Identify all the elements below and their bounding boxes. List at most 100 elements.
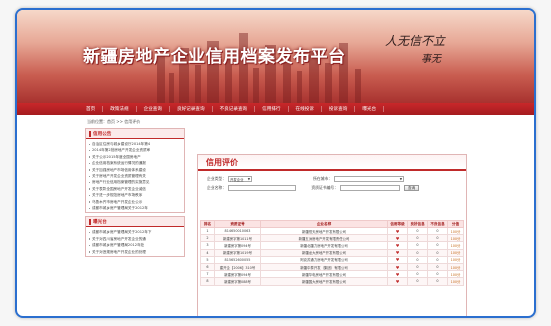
notice-header: 信用公告 — [86, 129, 184, 139]
exposure-list: 成都市城乡房产管理局关于2012年下 关于对四川省房地产开发企业的通 成都市城乡… — [86, 227, 184, 256]
cell-cert: 815652600055 — [214, 255, 261, 264]
cell-bad: 0 — [427, 248, 448, 257]
exposure-item[interactable]: 关于对违规房地产开发企业的处理 — [88, 249, 182, 255]
col-grade: 信用等级 — [387, 220, 408, 228]
heart-icon: ♥ — [387, 270, 408, 279]
cell-rank: 2 — [200, 234, 215, 243]
cell-rank: 5 — [200, 255, 215, 264]
cell-bad: 0 — [427, 241, 448, 250]
slogan-line-2: 事无 — [421, 54, 441, 65]
table-row: 4 新建房字第1019号 新疆龙大房地产开发有限公司 ♥ 0 0 100分 — [200, 248, 464, 257]
cell-company-link[interactable]: 新疆北疆力房地产开发有限公司 — [260, 241, 388, 250]
cell-company-link[interactable]: 新疆中泰开发（集团）有限公司 — [260, 262, 388, 272]
cell-cert: 新建房字第1019号 — [214, 248, 261, 257]
cell-score: 100分 — [447, 241, 464, 250]
type-select[interactable]: 开发企业 ▼ — [228, 176, 252, 182]
skyline-building — [325, 63, 332, 103]
cell-good: 0 — [407, 241, 428, 250]
cell-cert: 新建房字第094号 — [214, 241, 261, 250]
cell-bad: 0 — [427, 234, 448, 243]
cell-rank: 8 — [200, 277, 215, 286]
breadcrumb: 当前位置：首页 >> 信用评价 — [87, 119, 141, 124]
nav-online-complaint[interactable]: 在线投诉 — [289, 106, 322, 112]
cell-rank: 3 — [200, 241, 215, 250]
notice-item[interactable]: 成都市城乡房产管理局关于2012年 — [88, 205, 182, 211]
type-select-value: 开发企业 — [230, 177, 244, 182]
cell-score: 100分 — [447, 270, 464, 279]
cell-company-link[interactable]: 新疆五洲房地产开发有限责任公司 — [260, 234, 388, 243]
cert-number-input[interactable] — [340, 185, 400, 191]
table-row: 3 新建房字第094号 新疆北疆力房地产开发有限公司 ♥ 0 0 100分 — [200, 241, 464, 250]
nav-home[interactable]: 首页 — [79, 106, 104, 112]
cell-company-link[interactable]: 新疆龙大房地产开发有限公司 — [260, 248, 388, 257]
col-rank: 排名 — [200, 220, 215, 228]
table-row: 5 815652600055 阿克苏通力房地产开发有限公司 ♥ 0 0 100分 — [200, 255, 464, 264]
filter-row: 企业类型： 开发企业 ▼ 所在城市： ▼ — [204, 175, 460, 183]
cell-score: 100分 — [447, 248, 464, 257]
notice-title: 信用公告 — [93, 131, 112, 137]
page-frame: 新疆房地产企业信用档案发布平台 人无信不立 事无 首页 政策法规 企业查询 良好… — [15, 8, 536, 318]
main-panel: 信用评价 企业类型： 开发企业 ▼ 所在城市： ▼ 企业名称： 资质证书编号： — [197, 154, 467, 316]
cert-label: 资质证书编号： — [311, 185, 338, 190]
cell-score: 100分 — [447, 277, 464, 286]
nav-exposure[interactable]: 曝光台 — [355, 106, 385, 112]
table-row: 8 新建房字第088号 新疆国大房地产开发有限公司 ♥ 0 0 100分 — [200, 277, 464, 286]
search-button[interactable]: 查询 — [404, 185, 420, 191]
cell-company-link[interactable]: 阿克苏通力房地产开发有限公司 — [260, 255, 388, 264]
heart-icon: ♥ — [387, 248, 408, 257]
table-header-row: 排名 资质证号 企业名称 信用等级 良好信息 不良信息 分值 — [200, 220, 464, 228]
cell-good: 0 — [407, 255, 428, 264]
cell-company-link[interactable]: 新疆华电房地产开发有限公司 — [260, 270, 388, 279]
site-title: 新疆房地产企业信用档案发布平台 — [83, 47, 346, 67]
exposure-title: 曝光台 — [93, 219, 107, 225]
type-label: 企业类型： — [207, 176, 226, 181]
cell-score: 100分 — [447, 234, 464, 243]
city-label: 所在城市： — [313, 176, 332, 181]
slogan-line-1: 人无信不立 — [385, 34, 446, 48]
city-select[interactable]: ▼ — [334, 176, 404, 182]
page-title: 信用评价 — [206, 157, 238, 167]
cell-cert: 新建房字第094号 — [214, 270, 261, 279]
cell-rank: 7 — [200, 270, 215, 279]
name-label: 企业名称： — [207, 185, 226, 190]
col-cert: 资质证号 — [214, 220, 261, 228]
cell-bad: 0 — [427, 277, 448, 286]
nav-policy[interactable]: 政策法规 — [103, 106, 137, 112]
heart-icon: ♥ — [387, 262, 408, 272]
cell-rank: 6 — [200, 262, 215, 272]
nav-complaint-search[interactable]: 投诉查询 — [322, 106, 356, 112]
nav-bad-records[interactable]: 不良记录查询 — [213, 106, 256, 112]
cell-cert: 建开企【2006】310号 — [214, 262, 261, 272]
main-nav: 首页 政策法规 企业查询 良好记录查询 不良记录查询 信用排行 在线投诉 投诉查… — [17, 103, 534, 115]
cell-good: 0 — [407, 248, 428, 257]
cell-company-link[interactable]: 新疆国大房地产开发有限公司 — [260, 277, 388, 286]
nav-good-records[interactable]: 良好记录查询 — [170, 106, 213, 112]
cell-good: 0 — [407, 234, 428, 243]
cell-cert: 814650010063 — [214, 226, 261, 236]
company-name-input[interactable] — [228, 185, 296, 191]
nav-company-search[interactable]: 企业查询 — [137, 106, 170, 112]
header-bar-icon — [89, 130, 91, 137]
heart-icon: ♥ — [387, 241, 408, 250]
cell-score: 100分 — [447, 226, 464, 236]
cell-company-link[interactable]: 新疆恒天房地产开发有限公司 — [260, 226, 388, 236]
cell-good: 0 — [407, 277, 428, 286]
skyline-building — [297, 71, 302, 103]
main-header: 信用评价 — [198, 155, 466, 171]
cell-bad: 0 — [427, 262, 448, 272]
skyline-building — [169, 73, 174, 103]
exposure-header: 曝光台 — [86, 217, 184, 228]
nav-credit-ranking[interactable]: 信用排行 — [255, 106, 289, 112]
skyline-building — [355, 69, 361, 103]
ranking-table: 排名 资质证号 企业名称 信用等级 良好信息 不良信息 分值 1 8146500… — [200, 220, 464, 286]
cell-score: 100分 — [447, 262, 464, 272]
col-good: 良好信息 — [407, 220, 428, 228]
heart-icon: ♥ — [387, 226, 408, 236]
cell-good: 0 — [407, 270, 428, 279]
heart-icon: ♥ — [387, 234, 408, 243]
cell-bad: 0 — [427, 255, 448, 264]
sidebar: 信用公告 自治区住房与城乡建设厅2014年第4 2014年第2批房地产开发企业资… — [85, 128, 185, 316]
table-row: 1 814650010063 新疆恒天房地产开发有限公司 ♥ 0 0 100分 — [200, 226, 464, 236]
skyline-building — [253, 68, 259, 103]
filter-row: 企业名称： 资质证书编号： 查询 — [204, 184, 460, 192]
